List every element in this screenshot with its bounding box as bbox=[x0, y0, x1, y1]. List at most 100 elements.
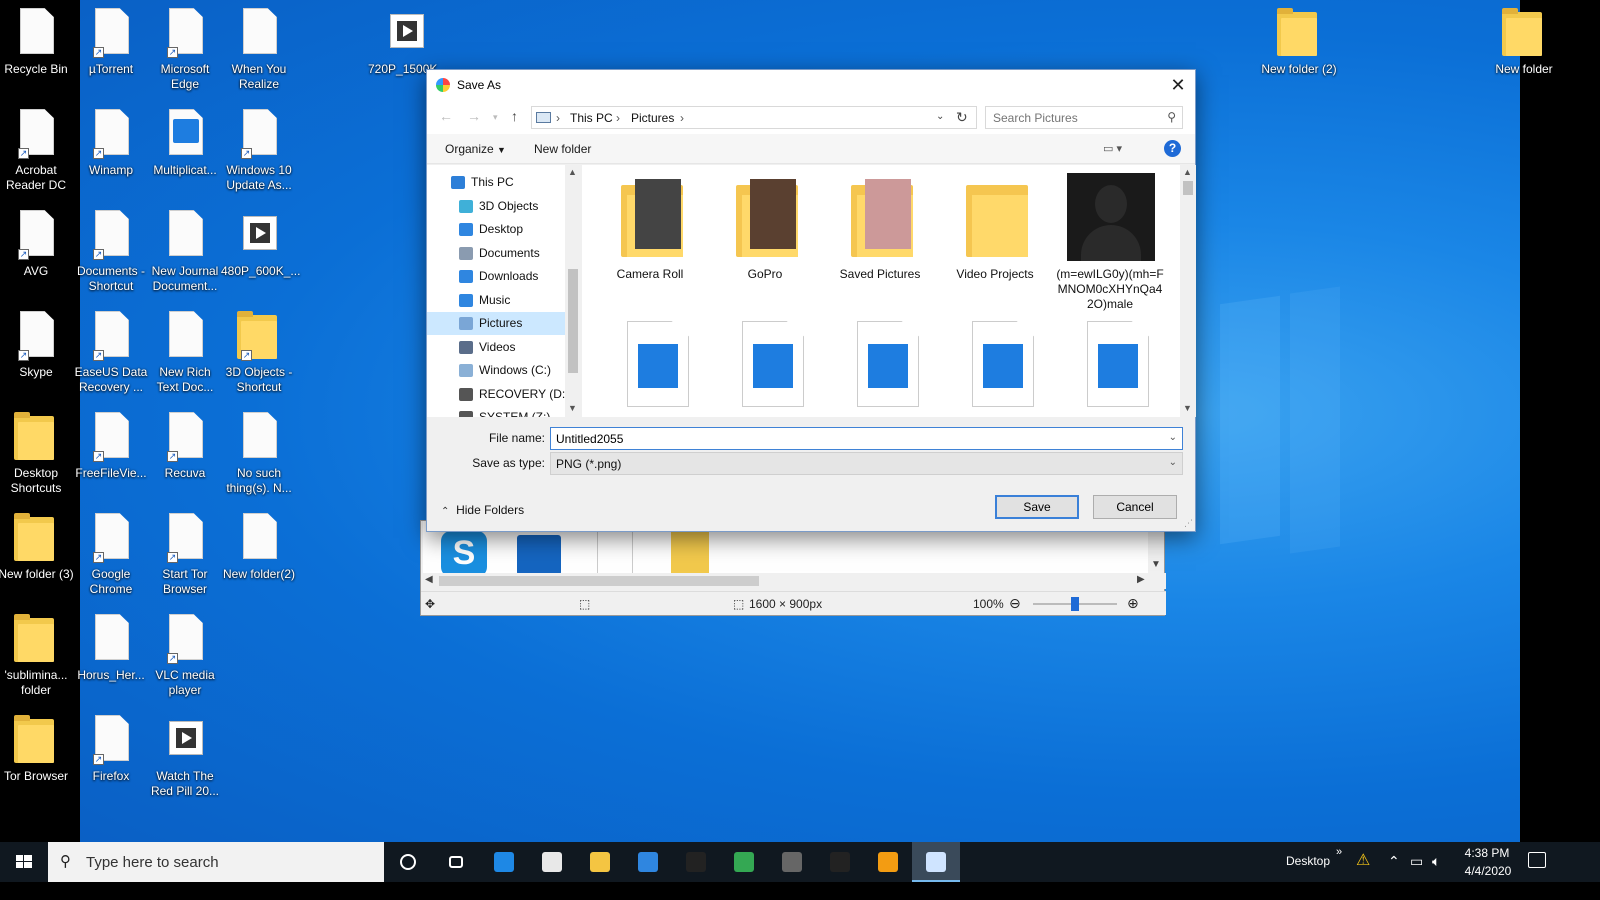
file-item[interactable]: 610 bbox=[825, 321, 935, 417]
clock-date[interactable]: 4/4/2020 bbox=[1458, 864, 1518, 878]
desktop-icon[interactable]: ↗ Windows 10 Update As... bbox=[221, 101, 297, 193]
file-scrollbar[interactable]: ▲ ▼ bbox=[1180, 165, 1196, 417]
warning-icon[interactable]: ⚠ bbox=[1356, 850, 1370, 870]
clock-time[interactable]: 4:38 PM bbox=[1462, 846, 1512, 860]
nav-item[interactable]: RECOVERY (D:) bbox=[427, 383, 569, 406]
dialog-titlebar[interactable]: Save As ✕ bbox=[427, 70, 1195, 100]
file-item[interactable]: (m=ewILG0y)(mh=FMNOM0cXHYnQa42O)male bbox=[1055, 173, 1165, 312]
taskbar-app-edge[interactable] bbox=[480, 842, 528, 882]
zoom-slider[interactable] bbox=[1033, 597, 1117, 611]
show-hidden-icons-icon[interactable]: ⌃ bbox=[1388, 853, 1400, 870]
refresh-icon[interactable]: ↻ bbox=[956, 109, 968, 126]
file-name-field[interactable]: ⌄ bbox=[550, 427, 1183, 450]
network-icon[interactable]: ▭ bbox=[1410, 853, 1423, 870]
taskbar-app-task-view[interactable] bbox=[384, 842, 432, 882]
start-button[interactable] bbox=[0, 842, 48, 882]
address-bar[interactable]: › This PC › Pictures › ⌄ ↻ bbox=[531, 106, 977, 129]
paint-window[interactable]: S ▼ ◀ ▶ ✥ ⬚ ⬚ 1600 × 900px 100% ⊖ ⊕ bbox=[420, 520, 1166, 616]
desktop-icon[interactable]: New folder bbox=[1486, 0, 1562, 77]
taskbar-app-task-switch[interactable] bbox=[432, 842, 480, 882]
desktop-icon[interactable]: ↗ AVG bbox=[0, 202, 74, 279]
taskbar-app-paint[interactable] bbox=[912, 842, 960, 882]
desktop-icon[interactable]: ↗ µTorrent bbox=[73, 0, 149, 77]
nav-item[interactable]: Documents bbox=[427, 242, 565, 265]
desktop-icon[interactable]: 'sublimina... folder bbox=[0, 606, 74, 698]
toolbar-overflow-icon[interactable]: » bbox=[1336, 846, 1342, 858]
desktop-icon[interactable]: ↗ Firefox bbox=[73, 707, 149, 784]
nav-item[interactable]: Music bbox=[427, 289, 565, 312]
recent-locations-icon[interactable]: ▾ bbox=[493, 112, 498, 123]
desktop-icon[interactable]: 720P_1500K... bbox=[368, 0, 447, 77]
desktop-icon[interactable]: Watch The Red Pill 20... bbox=[147, 707, 223, 799]
desktop-icon[interactable]: ↗ EaseUS Data Recovery ... bbox=[73, 303, 149, 395]
desktop-icon[interactable]: ↗ Recuva bbox=[147, 404, 223, 481]
resize-grip-icon[interactable]: ⋰ bbox=[1184, 518, 1193, 529]
file-item[interactable]: GoPro bbox=[710, 173, 820, 282]
back-icon[interactable]: ← bbox=[439, 108, 453, 124]
view-options-icon[interactable]: ▭ ▾ bbox=[1103, 142, 1122, 155]
nav-item[interactable]: Desktop bbox=[427, 218, 565, 241]
up-icon[interactable]: ↑ bbox=[511, 108, 518, 124]
file-item[interactable]: 7 bbox=[710, 321, 820, 417]
paint-scroll-thumb[interactable] bbox=[439, 576, 759, 586]
nav-item[interactable]: Downloads bbox=[427, 265, 565, 288]
desktop-icon[interactable]: ↗ Documents - Shortcut bbox=[73, 202, 149, 294]
help-icon[interactable]: ? bbox=[1164, 140, 1181, 157]
nav-item[interactable]: This PC bbox=[427, 171, 565, 194]
desktop-icon[interactable]: Desktop Shortcuts bbox=[0, 404, 74, 496]
desktop-icon[interactable]: ↗ Start Tor Browser bbox=[147, 505, 223, 597]
file-item[interactable]: Video Projects bbox=[940, 173, 1050, 282]
desktop-icon[interactable]: Horus_Her... bbox=[73, 606, 149, 683]
file-name-dropdown-icon[interactable]: ⌄ bbox=[1169, 432, 1177, 443]
desktop-icon[interactable]: ↗ FreeFileVie... bbox=[73, 404, 149, 481]
desktop-icon[interactable]: New folder (2) bbox=[1261, 0, 1337, 77]
nav-scroll-thumb[interactable] bbox=[568, 269, 578, 373]
cancel-button[interactable]: Cancel bbox=[1093, 495, 1177, 519]
taskbar-app-tripadvisor[interactable] bbox=[720, 842, 768, 882]
breadcrumb-separator[interactable]: › bbox=[616, 111, 620, 125]
taskbar-app-camera[interactable] bbox=[768, 842, 816, 882]
taskbar-app-store[interactable] bbox=[528, 842, 576, 882]
nav-item[interactable]: Pictures bbox=[427, 312, 565, 335]
paint-horizontal-scrollbar[interactable]: ◀ ▶ bbox=[421, 573, 1166, 589]
desktop-icon[interactable]: ↗ Winamp bbox=[73, 101, 149, 178]
hide-folders-button[interactable]: ⌃ Hide Folders bbox=[441, 503, 524, 517]
search-box[interactable]: ⚲ bbox=[985, 106, 1183, 129]
desktop-icon[interactable]: ↗ 3D Objects - Shortcut bbox=[221, 303, 297, 395]
taskbar-app-vlc[interactable] bbox=[864, 842, 912, 882]
scroll-up-icon[interactable]: ▲ bbox=[1183, 167, 1192, 177]
desktop-icon[interactable]: ↗ VLC media player bbox=[147, 606, 223, 698]
zoom-out-icon[interactable]: ⊖ bbox=[1009, 595, 1021, 612]
breadcrumb-pictures[interactable]: Pictures bbox=[631, 111, 674, 125]
close-button[interactable]: ✕ bbox=[1161, 70, 1195, 100]
breadcrumb-separator[interactable]: › bbox=[556, 111, 560, 125]
nav-item[interactable]: Videos bbox=[427, 336, 565, 359]
organize-button[interactable]: Organize ▼ bbox=[445, 142, 506, 156]
nav-item[interactable]: 3D Objects bbox=[427, 195, 565, 218]
breadcrumb-separator[interactable]: › bbox=[680, 111, 684, 125]
desktop-icon[interactable]: Tor Browser bbox=[0, 707, 74, 784]
save-button[interactable]: Save bbox=[995, 495, 1079, 519]
taskbar-app-mail[interactable] bbox=[624, 842, 672, 882]
desktop-icon[interactable]: ↗ Skype bbox=[0, 303, 74, 380]
file-item[interactable]: billing_address bbox=[1055, 321, 1165, 417]
file-item[interactable]: bg_channel_dran bbox=[940, 321, 1050, 417]
notifications-icon[interactable] bbox=[1528, 852, 1546, 868]
desktop-icon[interactable]: ↗ Google Chrome bbox=[73, 505, 149, 597]
volume-icon[interactable]: 🔈︎ bbox=[1432, 853, 1440, 870]
scroll-up-icon[interactable]: ▲ bbox=[568, 167, 577, 177]
address-dropdown-icon[interactable]: ⌄ bbox=[936, 111, 944, 122]
forward-icon[interactable]: → bbox=[467, 108, 481, 124]
breadcrumb-this-pc[interactable]: This PC bbox=[570, 111, 613, 125]
desktop-icon[interactable]: No such thing(s). N... bbox=[221, 404, 297, 496]
file-item[interactable]: Saved Pictures bbox=[825, 173, 935, 282]
desktop-toolbar-label[interactable]: Desktop bbox=[1286, 854, 1330, 868]
new-folder-button[interactable]: New folder bbox=[534, 142, 591, 156]
desktop-icon[interactable]: ↗ Microsoft Edge bbox=[147, 0, 223, 92]
file-item[interactable]: 1 bbox=[595, 321, 705, 417]
desktop-icon[interactable]: New folder(2) bbox=[221, 505, 297, 582]
taskbar-app-file-explorer[interactable] bbox=[576, 842, 624, 882]
search-input[interactable] bbox=[986, 107, 1156, 128]
zoom-slider-thumb[interactable] bbox=[1071, 597, 1079, 611]
nav-item[interactable]: SYSTEM (Z:) bbox=[427, 406, 565, 417]
